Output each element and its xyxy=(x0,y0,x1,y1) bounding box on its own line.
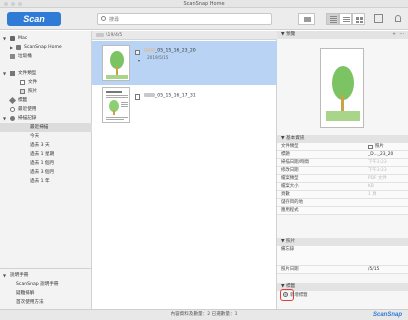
info-row: 應用程式 xyxy=(277,207,408,215)
sidebar-item-document-type[interactable]: ▼ 文件類型 xyxy=(0,69,92,78)
memo-row[interactable]: 備忘錄 xyxy=(277,246,408,266)
sidebar-item-scan-history[interactable]: ▼ 掃描記錄 xyxy=(0,114,92,123)
folder-icon xyxy=(16,45,21,50)
search-box[interactable] xyxy=(97,13,272,25)
tags-header[interactable]: ▼ 標籤 xyxy=(277,283,408,291)
info-row: 儲存目的地 xyxy=(277,199,408,207)
scan-button[interactable]: Scan xyxy=(7,12,61,26)
info-row: 修改日期 下午3:23 xyxy=(277,167,408,175)
sidebar-item-mac[interactable]: ▼ Mac xyxy=(0,34,92,43)
info-panel: ▼ 預覽 + ⋯ ▼ 基本資訊 文件類型 照片 標題 _D..._23_20 掃描日… xyxy=(277,31,408,309)
file-row[interactable]: _05_15_16_23_20 2019/5/15 ▾ xyxy=(92,41,277,85)
file-thumbnail xyxy=(102,87,130,123)
photo-type-icon xyxy=(368,145,373,149)
help-heading[interactable]: ▼ 說明手冊 xyxy=(0,271,92,280)
history-icon xyxy=(10,116,15,121)
clock-icon xyxy=(10,107,15,112)
status-text: 內容資料及數量：2 已選數量：1 xyxy=(170,312,238,317)
edit-button[interactable] xyxy=(298,13,315,25)
sidebar-item-scansnap-home[interactable]: ▶ ScanSnap Home xyxy=(0,43,92,52)
info-row: 標題 _D..._23_20 xyxy=(277,151,408,159)
help-item-manual[interactable]: ScanSnap 說明手冊 xyxy=(0,280,92,289)
photo-icon xyxy=(20,89,25,94)
tag-icon xyxy=(8,96,17,105)
add-tag-button[interactable]: 新增標籤 xyxy=(290,292,308,298)
list-view-icon[interactable] xyxy=(326,13,339,25)
info-row: 掃描日期/時間 下午3:23 xyxy=(277,159,408,167)
toolbar: Scan xyxy=(0,8,408,30)
trash-icon xyxy=(10,54,15,59)
sidebar-item-photos[interactable]: 照片 xyxy=(0,87,92,96)
info-row: 檔案大小 KB xyxy=(277,183,408,191)
computer-icon xyxy=(10,36,15,41)
sidebar: ▼ Mac ▶ ScanSnap Home 垃圾桶 ▼ 文件類型 文件 照片 標… xyxy=(0,31,92,309)
preview-image xyxy=(320,48,364,128)
sidebar-item-past-year[interactable]: 過去 1 年 xyxy=(0,177,92,186)
sidebar-toggle-icon[interactable] xyxy=(372,13,386,25)
search-input[interactable] xyxy=(109,15,259,24)
status-bar: 內容資料及數量：2 已選數量：1 ScanSnap xyxy=(0,309,408,320)
sidebar-item-documents[interactable]: 文件 xyxy=(0,78,92,87)
sidebar-item-today[interactable]: 今天 xyxy=(0,132,92,141)
photo-date-row: 照片日期/5/15 xyxy=(277,266,408,274)
sidebar-item-recent-scans[interactable]: 最近掃描 xyxy=(0,123,92,132)
expand-arrow-icon[interactable]: ▾ xyxy=(138,58,140,63)
search-icon xyxy=(101,16,106,21)
more-icon[interactable]: ⋯ xyxy=(399,31,404,39)
basic-info-header[interactable]: ▼ 基本資訊 xyxy=(277,135,408,143)
sidebar-item-past-week[interactable]: 過去 1 星期 xyxy=(0,150,92,159)
add-icon[interactable]: + xyxy=(392,31,396,39)
document-type-icon xyxy=(10,71,15,76)
scansnap-logo: ScanSnap xyxy=(372,312,402,318)
info-row: 頁數 1 頁 xyxy=(277,191,408,199)
thumbnail-view-icon[interactable] xyxy=(352,13,365,25)
photo-header[interactable]: ▼ 照片 xyxy=(277,238,408,246)
sidebar-item-recently-used[interactable]: 最近使用 xyxy=(0,105,92,114)
info-row: 檔案類型 PDF 文件 xyxy=(277,175,408,183)
help-section: ▼ 說明手冊 ScanSnap 說明手冊 疑難排解 首次使用方法 xyxy=(0,268,92,309)
preview-header[interactable]: ▼ 預覽 + ⋯ xyxy=(277,31,408,39)
notification-icon[interactable] xyxy=(392,13,404,25)
help-item-getting-started[interactable]: 首次使用方法 xyxy=(0,298,92,307)
sidebar-item-trash[interactable]: 垃圾桶 xyxy=(0,52,92,61)
document-icon xyxy=(20,80,25,85)
file-thumbnail xyxy=(102,45,130,81)
file-list: \19/4/5 _05_15_16_23_20 2019/5/15 ▾ _05_… xyxy=(92,31,277,309)
sidebar-item-past-month[interactable]: 過去 1 個月 xyxy=(0,159,92,168)
path-header: \19/4/5 xyxy=(92,31,277,40)
document-type-icon xyxy=(135,94,140,100)
title-bar: ScanSnap Home xyxy=(0,0,408,8)
file-name: _05_15_16_17_31 xyxy=(155,93,196,99)
file-name: _05_15_16_23_20 xyxy=(155,48,196,54)
file-row[interactable]: _05_15_16_17_31 xyxy=(92,85,277,129)
help-item-troubleshooting[interactable]: 疑難排解 xyxy=(0,289,92,298)
window-title: ScanSnap Home xyxy=(183,1,225,7)
sidebar-item-past-3-months[interactable]: 過去 3 個月 xyxy=(0,168,92,177)
add-tag-icon[interactable]: + xyxy=(283,292,288,297)
info-row: 文件類型 照片 xyxy=(277,143,408,151)
sidebar-item-past-3-days[interactable]: 過去 3 天 xyxy=(0,141,92,150)
file-date: 2019/5/15 xyxy=(147,55,169,60)
detail-list-view-icon[interactable] xyxy=(339,13,352,25)
photo-type-icon xyxy=(135,50,140,55)
sidebar-item-tags[interactable]: 標籤 xyxy=(0,96,92,105)
